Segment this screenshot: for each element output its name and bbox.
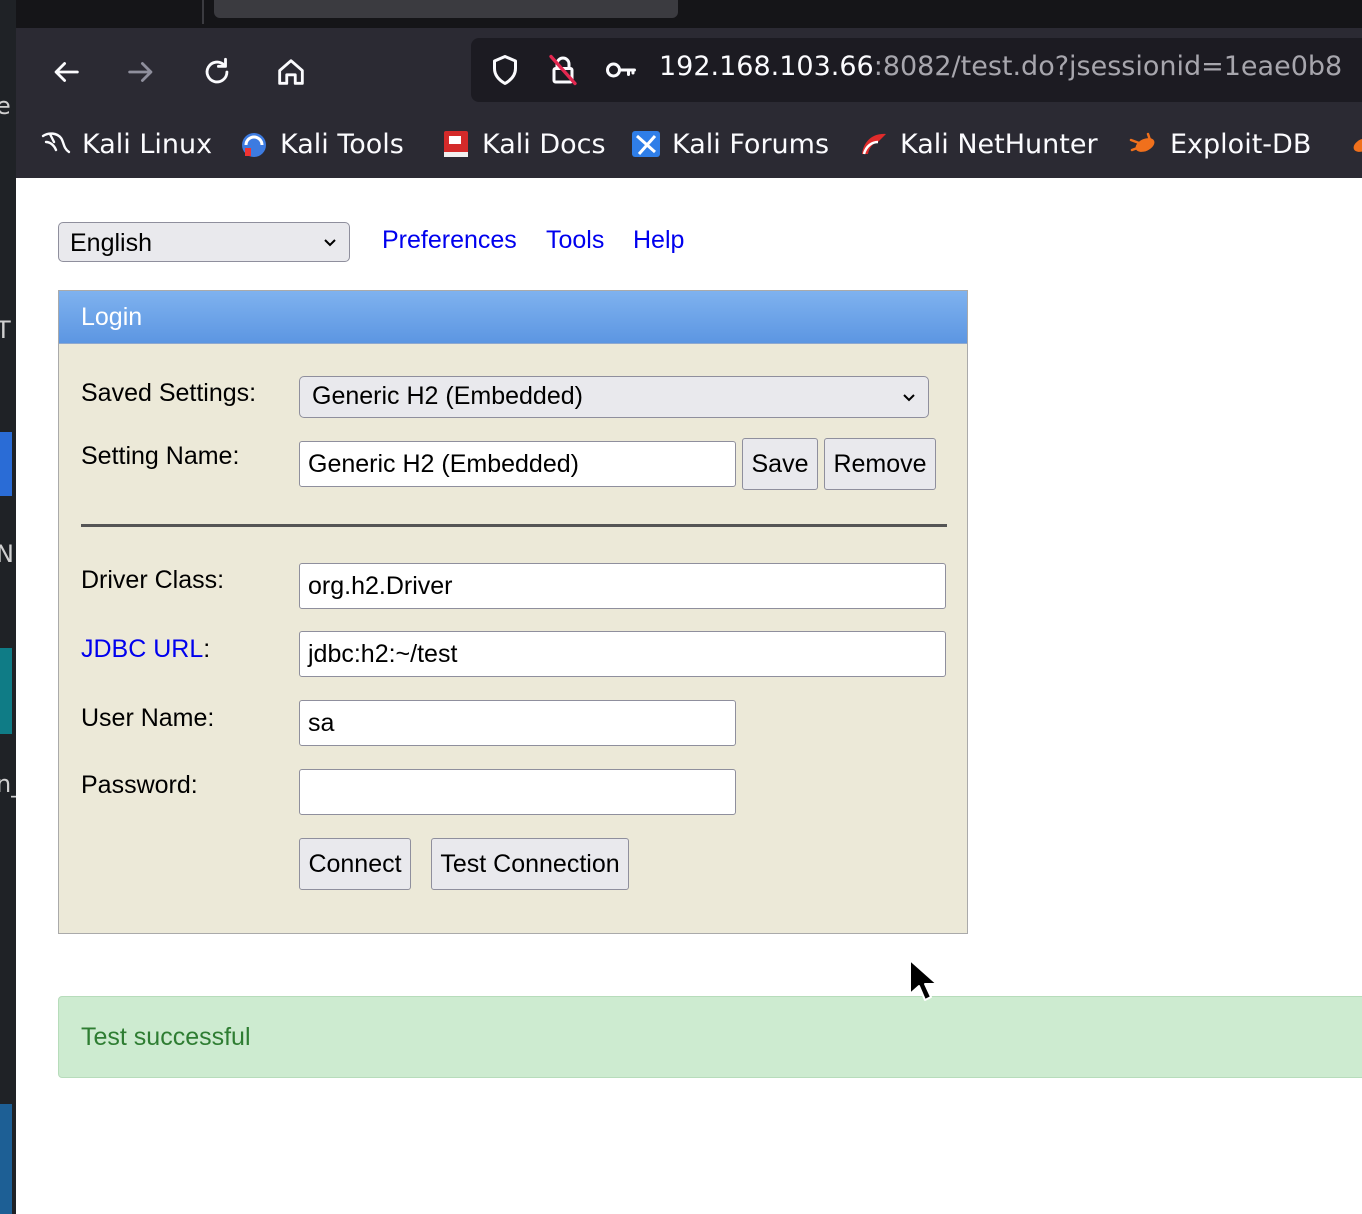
bookmark-label: Kali NetHunter — [900, 128, 1098, 160]
desktop-panel-highlight — [0, 1104, 12, 1214]
saved-settings-select[interactable]: Generic H2 (Embedded) — [299, 376, 929, 418]
kali-forums-icon — [632, 131, 660, 157]
section-divider — [81, 524, 947, 527]
exploit-db-icon — [1129, 132, 1155, 152]
tools-link[interactable]: Tools — [546, 226, 604, 255]
preferences-link[interactable]: Preferences — [382, 226, 517, 255]
desktop-fragment: T — [0, 316, 11, 344]
jdbc-url-colon: : — [203, 635, 211, 663]
chevron-down-icon — [903, 394, 915, 402]
save-button[interactable]: Save — [742, 438, 818, 490]
reload-button[interactable] — [195, 52, 239, 92]
desktop-fragment: n_ — [0, 770, 16, 798]
login-title: Login — [81, 303, 143, 331]
remove-button[interactable]: Remove — [824, 438, 936, 490]
bookmark-label: Kali Tools — [280, 128, 404, 160]
login-header: Login — [59, 291, 967, 344]
jdbc-url-label[interactable]: JDBC URL: — [81, 635, 210, 664]
chevron-down-icon — [324, 239, 336, 247]
saved-settings-value: Generic H2 (Embedded) — [312, 382, 583, 410]
page-content: English Preferences Tools Help Login Sav… — [16, 178, 1362, 1214]
user-name-label: User Name: — [81, 704, 215, 732]
kali-nethunter-icon — [862, 133, 886, 155]
exploit-db-icon — [1353, 138, 1362, 152]
desktop-panel-highlight — [0, 648, 12, 734]
tab-strip — [16, 0, 1362, 28]
home-icon — [278, 59, 304, 85]
result-message: Test successful — [81, 1023, 251, 1051]
url-text[interactable]: 192.168.103.66:8082/test.do?jsessionid=1… — [659, 51, 1342, 82]
insecure-lock-icon[interactable] — [545, 52, 581, 88]
password-input[interactable] — [299, 769, 736, 815]
bookmark-overflow[interactable] — [1346, 128, 1362, 160]
jdbc-url-input[interactable]: jdbc:h2:~/test — [299, 631, 946, 677]
language-select-value: English — [70, 229, 152, 257]
bookmark-exploit-db[interactable]: Exploit-DB — [1128, 128, 1311, 160]
bookmark-label: Exploit-DB — [1170, 128, 1312, 160]
desktop-fragment: e — [0, 92, 11, 120]
tab-separator — [202, 0, 204, 24]
language-select[interactable]: English — [58, 222, 350, 262]
bookmark-kali-linux[interactable]: Kali Linux — [40, 128, 212, 160]
key-icon[interactable] — [603, 52, 639, 88]
bookmarks-toolbar: Kali Linux Kali Tools Kali Docs Kali For… — [16, 114, 1362, 178]
user-name-input[interactable]: sa — [299, 700, 736, 746]
saved-settings-label: Saved Settings: — [81, 379, 257, 407]
password-label: Password: — [81, 771, 198, 799]
back-button[interactable] — [44, 52, 88, 92]
kali-docs-icon — [444, 131, 468, 157]
bookmark-label: Kali Docs — [482, 128, 606, 160]
browser-tab[interactable] — [214, 0, 678, 18]
bookmark-kali-forums[interactable]: Kali Forums — [630, 128, 829, 160]
bookmark-label: Kali Forums — [672, 128, 830, 160]
help-link[interactable]: Help — [633, 226, 684, 255]
setting-name-label: Setting Name: — [81, 442, 240, 470]
url-bar[interactable]: 192.168.103.66:8082/test.do?jsessionid=1… — [471, 38, 1362, 102]
bookmark-kali-docs[interactable]: Kali Docs — [440, 128, 606, 160]
bookmark-kali-nethunter[interactable]: Kali NetHunter — [858, 128, 1098, 160]
login-panel: Login Saved Settings: Generic H2 (Embedd… — [58, 290, 968, 934]
jdbc-url-link[interactable]: JDBC URL — [81, 635, 203, 663]
setting-name-input[interactable]: Generic H2 (Embedded) — [299, 441, 736, 487]
kali-dragon-icon — [41, 132, 71, 154]
desktop-fragment: N — [0, 540, 14, 568]
back-arrow-icon — [54, 62, 79, 82]
home-button[interactable] — [269, 52, 313, 92]
reload-icon — [205, 57, 229, 84]
driver-class-input[interactable]: org.h2.Driver — [299, 563, 946, 609]
shield-icon[interactable] — [487, 52, 523, 88]
desktop-edge: e T N n_ — [0, 0, 16, 1214]
forward-button[interactable] — [119, 52, 163, 92]
desktop-panel-highlight — [0, 432, 12, 496]
test-connection-button[interactable]: Test Connection — [431, 838, 629, 890]
url-host: 192.168.103.66 — [659, 51, 874, 82]
bookmark-label: Kali Linux — [82, 128, 213, 160]
forward-arrow-icon — [128, 62, 153, 82]
mouse-cursor-icon — [909, 959, 938, 1001]
kali-tools-icon — [242, 133, 266, 157]
url-path: :8082/test.do?jsessionid=1eae0b8 — [873, 51, 1343, 82]
connect-button[interactable]: Connect — [299, 838, 411, 890]
result-message-box: Test successful — [58, 996, 1362, 1078]
navigation-bar: 192.168.103.66:8082/test.do?jsessionid=1… — [16, 28, 1362, 114]
bookmark-kali-tools[interactable]: Kali Tools — [238, 128, 404, 160]
driver-class-label: Driver Class: — [81, 566, 225, 594]
